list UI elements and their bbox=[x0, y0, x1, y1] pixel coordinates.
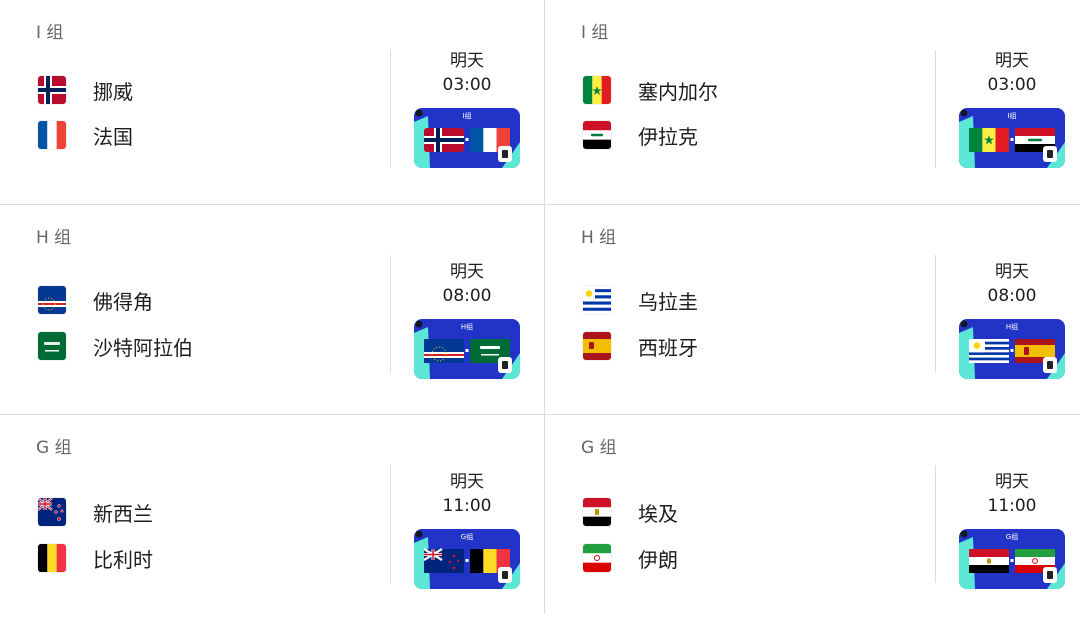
team-row: 佛得角 bbox=[38, 285, 153, 315]
match-clock: 11:00 bbox=[987, 496, 1037, 516]
thumb-group-label: H组 bbox=[461, 322, 473, 331]
group-label: I 组 bbox=[581, 23, 609, 43]
match-day: 明天 bbox=[450, 472, 484, 492]
iran-flag-icon bbox=[583, 544, 611, 572]
team-row: 比利时 bbox=[38, 543, 153, 573]
new-zealand-flag-icon bbox=[38, 498, 66, 526]
video-thumbnail[interactable]: G组 bbox=[414, 529, 520, 589]
match-clock: 03:00 bbox=[442, 75, 492, 95]
match-day: 明天 bbox=[450, 262, 484, 282]
video-thumbnail[interactable]: H组 bbox=[959, 319, 1065, 379]
saudi-arabia-flag-icon bbox=[38, 332, 66, 360]
video-thumbnail[interactable]: G组 bbox=[959, 529, 1065, 589]
team-name: 挪威 bbox=[93, 79, 133, 104]
video-thumbnail[interactable]: I组 bbox=[414, 108, 520, 168]
card-divider bbox=[935, 465, 936, 583]
match-card[interactable]: I 组 塞内加尔 伊拉克 明天 03:00 I组 bbox=[545, 0, 1080, 204]
team-row: 埃及 bbox=[583, 497, 678, 527]
team-name: 伊拉克 bbox=[638, 124, 698, 149]
video-thumbnail[interactable]: H组 bbox=[414, 319, 520, 379]
team-name: 沙特阿拉伯 bbox=[93, 335, 193, 360]
thumb-group-label: I组 bbox=[1007, 111, 1016, 120]
team-row: 西班牙 bbox=[583, 331, 698, 361]
team-row: 挪威 bbox=[38, 75, 133, 105]
team-name: 塞内加尔 bbox=[638, 79, 718, 104]
video-thumbnail[interactable]: I组 bbox=[959, 108, 1065, 168]
team-row: 乌拉圭 bbox=[583, 285, 698, 315]
senegal-flag-icon bbox=[583, 76, 611, 104]
thumb-group-label: I组 bbox=[462, 111, 471, 120]
group-label: G 组 bbox=[36, 438, 72, 458]
spain-flag-icon bbox=[583, 332, 611, 360]
team-row: 法国 bbox=[38, 120, 133, 150]
match-schedule-grid: I 组 挪威 法国 明天 03:00 I组 I 组 塞内加尔 伊拉克 明天 03… bbox=[0, 0, 1080, 614]
thumb-group-label: G组 bbox=[461, 532, 473, 541]
card-divider bbox=[935, 255, 936, 373]
team-name: 乌拉圭 bbox=[638, 289, 698, 314]
match-card[interactable]: H 组 乌拉圭 西班牙 明天 08:00 H组 bbox=[545, 205, 1080, 409]
team-row: 新西兰 bbox=[38, 497, 153, 527]
match-time: 明天 03:00 bbox=[957, 49, 1067, 97]
france-flag-icon bbox=[38, 121, 66, 149]
group-label: I 组 bbox=[36, 23, 64, 43]
group-label: H 组 bbox=[581, 228, 617, 248]
norway-flag-icon bbox=[38, 76, 66, 104]
team-row: 伊拉克 bbox=[583, 120, 698, 150]
iraq-flag-icon bbox=[583, 121, 611, 149]
egypt-flag-icon bbox=[583, 498, 611, 526]
group-label: G 组 bbox=[581, 438, 617, 458]
match-day: 明天 bbox=[995, 472, 1029, 492]
thumb-group-label: G组 bbox=[1006, 532, 1018, 541]
match-time: 明天 08:00 bbox=[412, 260, 522, 308]
team-name: 新西兰 bbox=[93, 501, 153, 526]
match-day: 明天 bbox=[450, 51, 484, 71]
cape-verde-flag-icon bbox=[38, 286, 66, 314]
card-divider bbox=[390, 50, 391, 168]
team-row: 塞内加尔 bbox=[583, 75, 718, 105]
team-row: 伊朗 bbox=[583, 543, 678, 573]
team-name: 比利时 bbox=[93, 547, 153, 572]
match-time: 明天 08:00 bbox=[957, 260, 1067, 308]
team-name: 西班牙 bbox=[638, 335, 698, 360]
match-clock: 11:00 bbox=[442, 496, 492, 516]
match-card[interactable]: G 组 新西兰 比利时 明天 11:00 G组 bbox=[0, 415, 540, 619]
team-name: 伊朗 bbox=[638, 547, 678, 572]
match-card[interactable]: I 组 挪威 法国 明天 03:00 I组 bbox=[0, 0, 540, 204]
card-divider bbox=[935, 50, 936, 168]
team-name: 埃及 bbox=[638, 501, 678, 526]
match-clock: 08:00 bbox=[442, 286, 492, 306]
uruguay-flag-icon bbox=[583, 286, 611, 314]
match-card[interactable]: H 组 佛得角 沙特阿拉伯 明天 08:00 H组 bbox=[0, 205, 540, 409]
card-divider bbox=[390, 255, 391, 373]
match-time: 明天 11:00 bbox=[412, 470, 522, 518]
match-day: 明天 bbox=[995, 51, 1029, 71]
match-time: 明天 11:00 bbox=[957, 470, 1067, 518]
match-day: 明天 bbox=[995, 262, 1029, 282]
team-name: 法国 bbox=[93, 124, 133, 149]
match-clock: 08:00 bbox=[987, 286, 1037, 306]
group-label: H 组 bbox=[36, 228, 72, 248]
match-time: 明天 03:00 bbox=[412, 49, 522, 97]
match-card[interactable]: G 组 埃及 伊朗 明天 11:00 G组 bbox=[545, 415, 1080, 619]
team-name: 佛得角 bbox=[93, 289, 153, 314]
belgium-flag-icon bbox=[38, 544, 66, 572]
card-divider bbox=[390, 465, 391, 583]
team-row: 沙特阿拉伯 bbox=[38, 331, 193, 361]
match-clock: 03:00 bbox=[987, 75, 1037, 95]
thumb-group-label: H组 bbox=[1006, 322, 1018, 331]
